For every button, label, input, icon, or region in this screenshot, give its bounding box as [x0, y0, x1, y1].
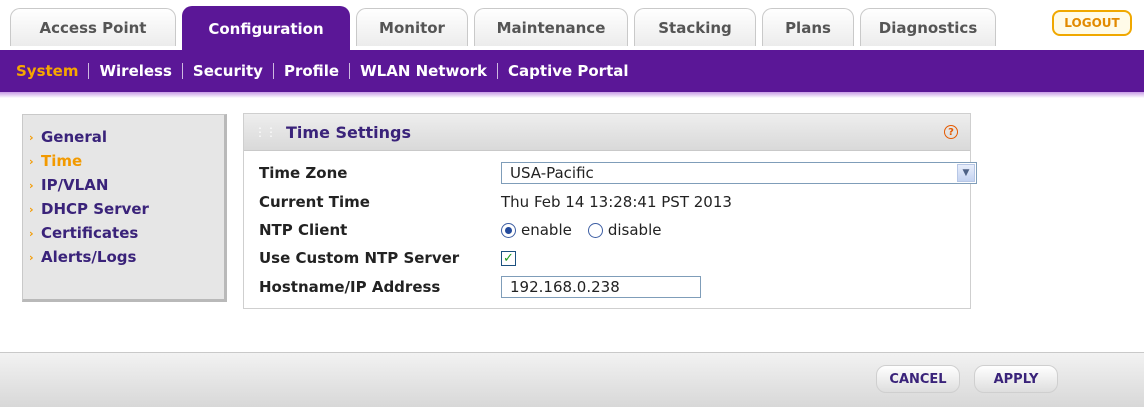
menu-item-label: Certificates: [41, 224, 139, 242]
subnav-separator: [497, 63, 499, 79]
time-settings-panel: ⋮⋮ Time Settings ? Time Zone USA-Pacific…: [243, 113, 977, 309]
ntp-client-label: NTP Client: [259, 221, 348, 239]
subnav-security[interactable]: Security: [183, 62, 273, 80]
menu-item-label: DHCP Server: [41, 200, 149, 218]
subnav-wireless[interactable]: Wireless: [89, 62, 181, 80]
chevron-right-icon: ›: [29, 154, 34, 168]
tab-access-point[interactable]: Access Point: [10, 8, 176, 46]
custom-ntp-row: Use Custom NTP Server ✓: [259, 245, 516, 271]
menu-item-label: Time: [41, 152, 83, 170]
menu-item-dhcp-server[interactable]: › DHCP Server: [23, 197, 224, 221]
panel-header: ⋮⋮ Time Settings ?: [244, 114, 970, 151]
left-menu: › General › Time › IP/VLAN › DHCP Server…: [22, 114, 227, 302]
current-time-value: Thu Feb 14 13:28:41 PST 2013: [501, 193, 732, 211]
subnav-system[interactable]: System: [6, 62, 88, 80]
menu-item-alerts-logs[interactable]: › Alerts/Logs: [23, 245, 224, 269]
time-zone-row: Time Zone USA-Pacific ▼: [259, 160, 977, 186]
logout-button[interactable]: LOGOUT: [1052, 10, 1132, 36]
subnav-captive-portal[interactable]: Captive Portal: [498, 62, 638, 80]
ntp-disable-radio[interactable]: [587, 222, 603, 238]
ntp-disable-label: disable: [607, 221, 662, 239]
subnav-separator: [88, 63, 90, 79]
ntp-client-row: NTP Client enable disable: [259, 217, 677, 243]
custom-ntp-label: Use Custom NTP Server: [259, 249, 460, 267]
menu-item-general[interactable]: › General: [23, 125, 224, 149]
time-zone-label: Time Zone: [259, 164, 348, 182]
sub-navigation: System Wireless Security Profile WLAN Ne…: [0, 50, 1144, 92]
radio-selected-dot: [505, 226, 512, 234]
chevron-right-icon: ›: [29, 130, 34, 144]
chevron-right-icon: ›: [29, 178, 34, 192]
tab-monitor[interactable]: Monitor: [356, 8, 468, 46]
cancel-button[interactable]: CANCEL: [876, 365, 960, 393]
subnav-wlan-network[interactable]: WLAN Network: [350, 62, 497, 80]
menu-item-label: IP/VLAN: [41, 176, 109, 194]
footer-bar: CANCEL APPLY: [0, 352, 1144, 407]
current-time-row: Current Time Thu Feb 14 13:28:41 PST 201…: [259, 189, 732, 215]
hostname-row: Hostname/IP Address 192.168.0.238: [259, 274, 701, 300]
menu-item-certificates[interactable]: › Certificates: [23, 221, 224, 245]
time-zone-select[interactable]: USA-Pacific ▼: [501, 162, 977, 184]
tab-diagnostics[interactable]: Diagnostics: [860, 8, 996, 46]
tab-stacking[interactable]: Stacking: [634, 8, 756, 46]
top-tab-bar: Access Point Configuration Monitor Maint…: [0, 0, 1144, 50]
current-time-label: Current Time: [259, 193, 370, 211]
menu-item-ip-vlan[interactable]: › IP/VLAN: [23, 173, 224, 197]
hostname-label: Hostname/IP Address: [259, 278, 441, 296]
time-zone-value: USA-Pacific: [510, 164, 594, 182]
subnav-separator: [272, 63, 274, 79]
tab-maintenance[interactable]: Maintenance: [474, 8, 628, 46]
menu-item-time[interactable]: › Time: [23, 149, 224, 173]
ntp-enable-label: enable: [521, 221, 572, 239]
tab-plans[interactable]: Plans: [762, 8, 854, 46]
help-icon[interactable]: ?: [944, 125, 958, 139]
menu-item-label: Alerts/Logs: [41, 248, 137, 266]
subnav-separator: [181, 63, 183, 79]
drag-grip-icon: ⋮⋮: [254, 125, 277, 139]
chevron-right-icon: ›: [29, 250, 34, 264]
chevron-right-icon: ›: [29, 226, 34, 240]
ntp-enable-radio[interactable]: [501, 222, 516, 238]
apply-button[interactable]: APPLY: [974, 365, 1058, 393]
chevron-down-icon[interactable]: ▼: [957, 164, 975, 182]
subnav-shadow: [0, 92, 1144, 98]
custom-ntp-checkbox[interactable]: ✓: [501, 250, 516, 266]
subnav-profile[interactable]: Profile: [274, 62, 349, 80]
tab-configuration[interactable]: Configuration: [182, 6, 350, 50]
checkmark-icon: ✓: [503, 250, 514, 266]
panel-title: Time Settings: [286, 122, 412, 142]
hostname-input[interactable]: 192.168.0.238: [501, 276, 701, 298]
subnav-separator: [349, 63, 351, 79]
chevron-right-icon: ›: [29, 202, 34, 216]
menu-item-label: General: [41, 128, 107, 146]
